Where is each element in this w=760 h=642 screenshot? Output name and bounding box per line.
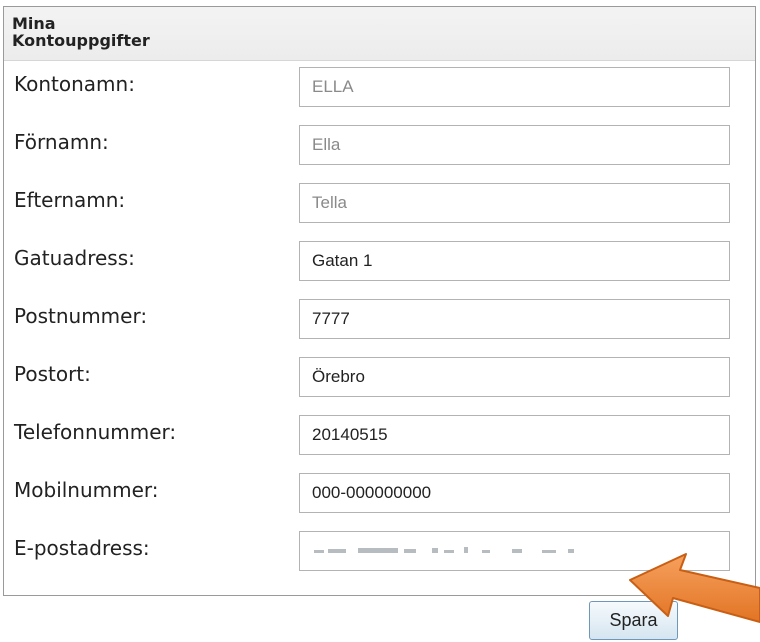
panel-title-line1: Mina: [12, 14, 56, 33]
mobilnummer-label: Mobilnummer:: [14, 478, 159, 502]
row-telefonnummer: Telefonnummer:: [4, 409, 755, 467]
row-gatuadress: Gatuadress:: [4, 235, 755, 293]
panel-title: Mina Kontouppgifter: [4, 7, 755, 61]
gatuadress-label: Gatuadress:: [14, 246, 135, 270]
postort-field[interactable]: [299, 357, 730, 397]
row-mobilnummer: Mobilnummer:: [4, 467, 755, 525]
postort-label: Postort:: [14, 362, 91, 386]
postnummer-label: Postnummer:: [14, 304, 148, 328]
gatuadress-field[interactable]: [299, 241, 730, 281]
annotation-arrow-icon: [629, 553, 760, 623]
efternamn-label: Efternamn:: [14, 188, 126, 212]
row-postnummer: Postnummer:: [4, 293, 755, 351]
account-details-panel: Mina Kontouppgifter Kontonamn: Förnamn: …: [3, 6, 756, 596]
panel-title-line2: Kontouppgifter: [12, 31, 150, 50]
row-postort: Postort:: [4, 351, 755, 409]
blurred-email-text: [314, 547, 574, 553]
epostadress-label: E-postadress:: [14, 536, 150, 560]
kontonamn-label: Kontonamn:: [14, 72, 135, 96]
row-efternamn: Efternamn:: [4, 177, 755, 235]
fornamn-field[interactable]: [299, 125, 730, 165]
fornamn-label: Förnamn:: [14, 130, 109, 154]
postnummer-field[interactable]: [299, 299, 730, 339]
mobilnummer-field[interactable]: [299, 473, 730, 513]
kontonamn-field[interactable]: [299, 67, 730, 107]
efternamn-field[interactable]: [299, 183, 730, 223]
row-fornamn: Förnamn:: [4, 119, 755, 177]
telefonnummer-field[interactable]: [299, 415, 730, 455]
telefonnummer-label: Telefonnummer:: [14, 420, 177, 444]
row-kontonamn: Kontonamn:: [4, 61, 755, 119]
